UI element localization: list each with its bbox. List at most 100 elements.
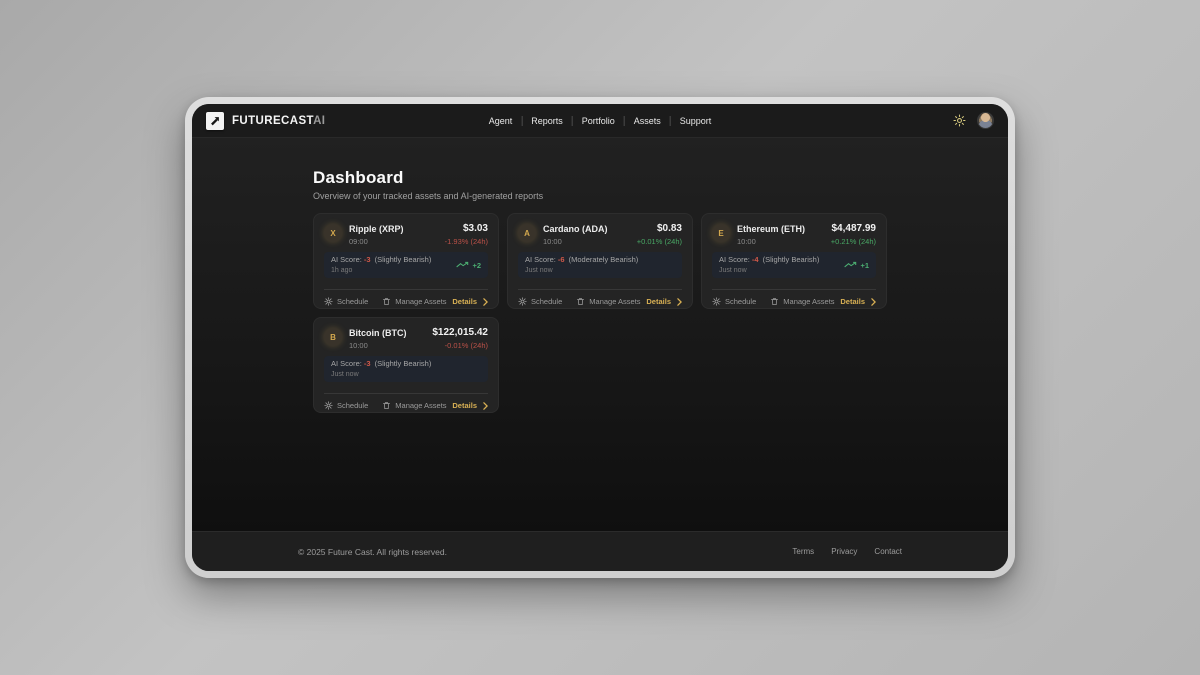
- asset-name: Bitcoin (BTC): [349, 328, 407, 338]
- asset-card-ethereum: E Ethereum (ETH) 10:00 $4,487.99 +0.21% …: [701, 213, 887, 309]
- footer-link-terms[interactable]: Terms: [792, 547, 814, 556]
- brand-name: FUTURECASTAI: [232, 115, 325, 127]
- ai-score-label: AI Score:: [331, 359, 362, 368]
- schedule-button[interactable]: Schedule: [324, 401, 368, 410]
- app-window: FUTURECASTAI Agent Reports Portfolio Ass…: [185, 97, 1015, 578]
- schedule-button[interactable]: Schedule: [324, 297, 368, 306]
- nav-item-reports[interactable]: Reports: [531, 116, 563, 126]
- asset-change: +0.01% (24h): [637, 237, 682, 246]
- ai-score-panel: AI Score:-4 (Slightly Bearish) Just now …: [712, 252, 876, 278]
- sun-icon[interactable]: [953, 114, 966, 127]
- asset-name: Cardano (ADA): [543, 224, 608, 234]
- ai-score-panel: AI Score:-3 (Slightly Bearish) 1h ago +2: [324, 252, 488, 278]
- ai-score-value: -3: [364, 255, 371, 264]
- nav-item-portfolio[interactable]: Portfolio: [582, 116, 615, 126]
- app-screen: FUTURECASTAI Agent Reports Portfolio Ass…: [192, 104, 1008, 571]
- ai-updated: Just now: [525, 267, 638, 274]
- gear-icon: [324, 297, 333, 306]
- asset-initial-icon: B: [324, 328, 342, 346]
- brand-logo[interactable]: FUTURECASTAI: [206, 112, 325, 130]
- ai-sentiment: (Slightly Bearish): [375, 255, 432, 264]
- ai-score-panel: AI Score:-6 (Moderately Bearish) Just no…: [518, 252, 682, 278]
- schedule-button[interactable]: Schedule: [518, 297, 562, 306]
- footer-link-privacy[interactable]: Privacy: [831, 547, 857, 556]
- chevron-right-icon: [483, 298, 488, 306]
- card-header: B Bitcoin (BTC) 10:00 $122,015.42 -0.01%…: [324, 328, 488, 350]
- nav-separator: [624, 116, 625, 126]
- asset-card-cardano: A Cardano (ADA) 10:00 $0.83 +0.01% (24h)…: [507, 213, 693, 309]
- details-button[interactable]: Details: [452, 297, 488, 306]
- asset-initial-icon: A: [518, 224, 536, 242]
- asset-change: +0.21% (24h): [831, 237, 876, 246]
- ai-score-value: -4: [752, 255, 759, 264]
- asset-change: -0.01% (24h): [432, 341, 488, 350]
- asset-card-grid: X Ripple (XRP) 09:00 $3.03 -1.93% (24h) …: [313, 213, 1008, 413]
- details-button[interactable]: Details: [840, 297, 876, 306]
- chevron-right-icon: [483, 402, 488, 410]
- nav-item-agent[interactable]: Agent: [489, 116, 513, 126]
- manage-assets-button[interactable]: Manage Assets: [382, 297, 446, 306]
- schedule-button[interactable]: Schedule: [712, 297, 756, 306]
- footer-bar: © 2025 Future Cast. All rights reserved.…: [192, 531, 1008, 571]
- manage-assets-button[interactable]: Manage Assets: [770, 297, 834, 306]
- asset-card-bitcoin: B Bitcoin (BTC) 10:00 $122,015.42 -0.01%…: [313, 317, 499, 413]
- asset-time: 10:00: [737, 237, 805, 246]
- card-actions: Schedule Manage Assets Details: [324, 394, 488, 417]
- main-nav: Agent Reports Portfolio Assets Support: [489, 104, 712, 137]
- trash-icon: [576, 297, 585, 306]
- ai-score-value: -3: [364, 359, 371, 368]
- asset-price: $122,015.42: [432, 328, 488, 338]
- card-header: E Ethereum (ETH) 10:00 $4,487.99 +0.21% …: [712, 224, 876, 246]
- trending-up-icon: [844, 261, 857, 269]
- main-content: Dashboard Overview of your tracked asset…: [192, 138, 1008, 531]
- asset-change: -1.93% (24h): [445, 237, 488, 246]
- user-avatar[interactable]: [977, 112, 994, 129]
- trend-badge: +2: [456, 261, 481, 270]
- asset-initial-icon: X: [324, 224, 342, 242]
- details-button[interactable]: Details: [452, 401, 488, 410]
- asset-name: Ethereum (ETH): [737, 224, 805, 234]
- details-button[interactable]: Details: [646, 297, 682, 306]
- trash-icon: [770, 297, 779, 306]
- ai-score-label: AI Score:: [719, 255, 750, 264]
- card-header: A Cardano (ADA) 10:00 $0.83 +0.01% (24h): [518, 224, 682, 246]
- ai-score-label: AI Score:: [525, 255, 556, 264]
- asset-name: Ripple (XRP): [349, 224, 404, 234]
- card-actions: Schedule Manage Assets Details: [324, 290, 488, 313]
- gear-icon: [712, 297, 721, 306]
- page-title: Dashboard: [313, 168, 1008, 188]
- trend-badge: +1: [844, 261, 869, 270]
- ai-score-label: AI Score:: [331, 255, 362, 264]
- asset-price: $3.03: [445, 224, 488, 234]
- nav-item-assets[interactable]: Assets: [634, 116, 661, 126]
- ai-updated: Just now: [719, 267, 819, 274]
- nav-separator: [521, 116, 522, 126]
- page-subtitle: Overview of your tracked assets and AI-g…: [313, 191, 1008, 201]
- asset-initial-icon: E: [712, 224, 730, 242]
- copyright-text: © 2025 Future Cast. All rights reserved.: [298, 547, 447, 557]
- nav-separator: [670, 116, 671, 126]
- ai-sentiment: (Moderately Bearish): [569, 255, 639, 264]
- card-actions: Schedule Manage Assets Details: [712, 290, 876, 313]
- ai-sentiment: (Slightly Bearish): [763, 255, 820, 264]
- manage-assets-button[interactable]: Manage Assets: [576, 297, 640, 306]
- nav-item-support[interactable]: Support: [680, 116, 712, 126]
- card-header: X Ripple (XRP) 09:00 $3.03 -1.93% (24h): [324, 224, 488, 246]
- top-nav-bar: FUTURECASTAI Agent Reports Portfolio Ass…: [192, 104, 1008, 138]
- ai-updated: 1h ago: [331, 267, 431, 274]
- ai-score-value: -6: [558, 255, 565, 264]
- asset-time: 10:00: [349, 341, 407, 350]
- asset-price: $4,487.99: [831, 224, 876, 234]
- chevron-right-icon: [871, 298, 876, 306]
- header-actions: [953, 112, 994, 129]
- footer-link-contact[interactable]: Contact: [874, 547, 902, 556]
- ai-updated: Just now: [331, 371, 431, 378]
- ai-sentiment: (Slightly Bearish): [375, 359, 432, 368]
- nav-separator: [572, 116, 573, 126]
- trash-icon: [382, 297, 391, 306]
- ai-score-panel: AI Score:-3 (Slightly Bearish) Just now: [324, 356, 488, 382]
- chevron-right-icon: [677, 298, 682, 306]
- asset-time: 10:00: [543, 237, 608, 246]
- manage-assets-button[interactable]: Manage Assets: [382, 401, 446, 410]
- card-actions: Schedule Manage Assets Details: [518, 290, 682, 313]
